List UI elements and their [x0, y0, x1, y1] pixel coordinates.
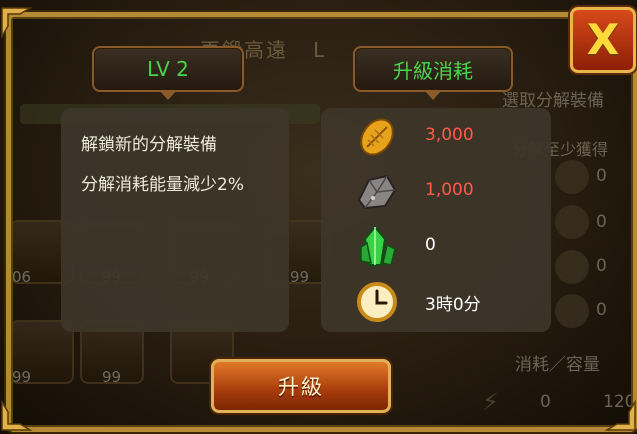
cost-value-time: 3時0分: [425, 295, 481, 315]
background-right-value: 0: [596, 212, 607, 232]
cost-value-gold: 3,000: [425, 125, 474, 145]
close-icon: X: [586, 15, 620, 64]
ore-stone-icon: [355, 170, 399, 214]
cost-value-crystal: 0: [425, 235, 436, 255]
background-slot-count: 06: [12, 268, 32, 286]
background-slot-count: 99: [12, 368, 32, 386]
level-description-panel: 解鎖新的分解裝備 分解消耗能量減少2%: [61, 108, 289, 332]
background-item-icon: [555, 250, 589, 284]
description-line: 解鎖新的分解裝備: [81, 135, 217, 155]
background-bottom-label: 消耗／容量: [515, 355, 600, 375]
cost-value-ore: 1,000: [425, 180, 474, 200]
background-bottom-left-value: 0: [540, 392, 551, 412]
upgrade-button-label: 升級: [278, 375, 324, 399]
cost-badge-label: 升級消耗: [393, 58, 473, 83]
background-right-value: 0: [596, 300, 607, 320]
cost-row-time: 3時0分: [321, 278, 551, 324]
cost-row-crystal: 0: [321, 223, 551, 269]
background-slot-count: 99: [290, 268, 310, 286]
cost-badge: 升級消耗: [353, 46, 513, 100]
close-button[interactable]: X: [570, 7, 636, 73]
background-right-value: 0: [596, 256, 607, 276]
lightning-icon: ⚡: [482, 388, 499, 416]
background-right-value: 0: [596, 166, 607, 186]
upgrade-cost-panel: 3,000 1,000 0 3時0分: [321, 108, 551, 332]
gold-leaf-icon: [355, 115, 399, 159]
cost-row-ore: 1,000: [321, 168, 551, 214]
description-line: 分解消耗能量減少2%: [81, 175, 244, 195]
background-slot-count: 99: [102, 368, 122, 386]
clock-icon: [355, 280, 399, 324]
cost-row-gold: 3,000: [321, 113, 551, 159]
upgrade-dialog: 再鍛高遠 L 06 99 99 99 99 99 選取分解裝備 分解至少獲得 0…: [0, 0, 637, 434]
corner-ornament: [0, 6, 34, 40]
level-badge: LV 2: [92, 46, 244, 100]
green-crystal-icon: [355, 225, 399, 269]
background-item-icon: [555, 160, 589, 194]
upgrade-button[interactable]: 升級: [211, 359, 391, 413]
corner-ornament: [0, 398, 34, 432]
level-label: LV 2: [147, 57, 189, 81]
background-item-icon: [555, 294, 589, 328]
corner-ornament: [603, 398, 637, 432]
background-item-icon: [555, 205, 589, 239]
